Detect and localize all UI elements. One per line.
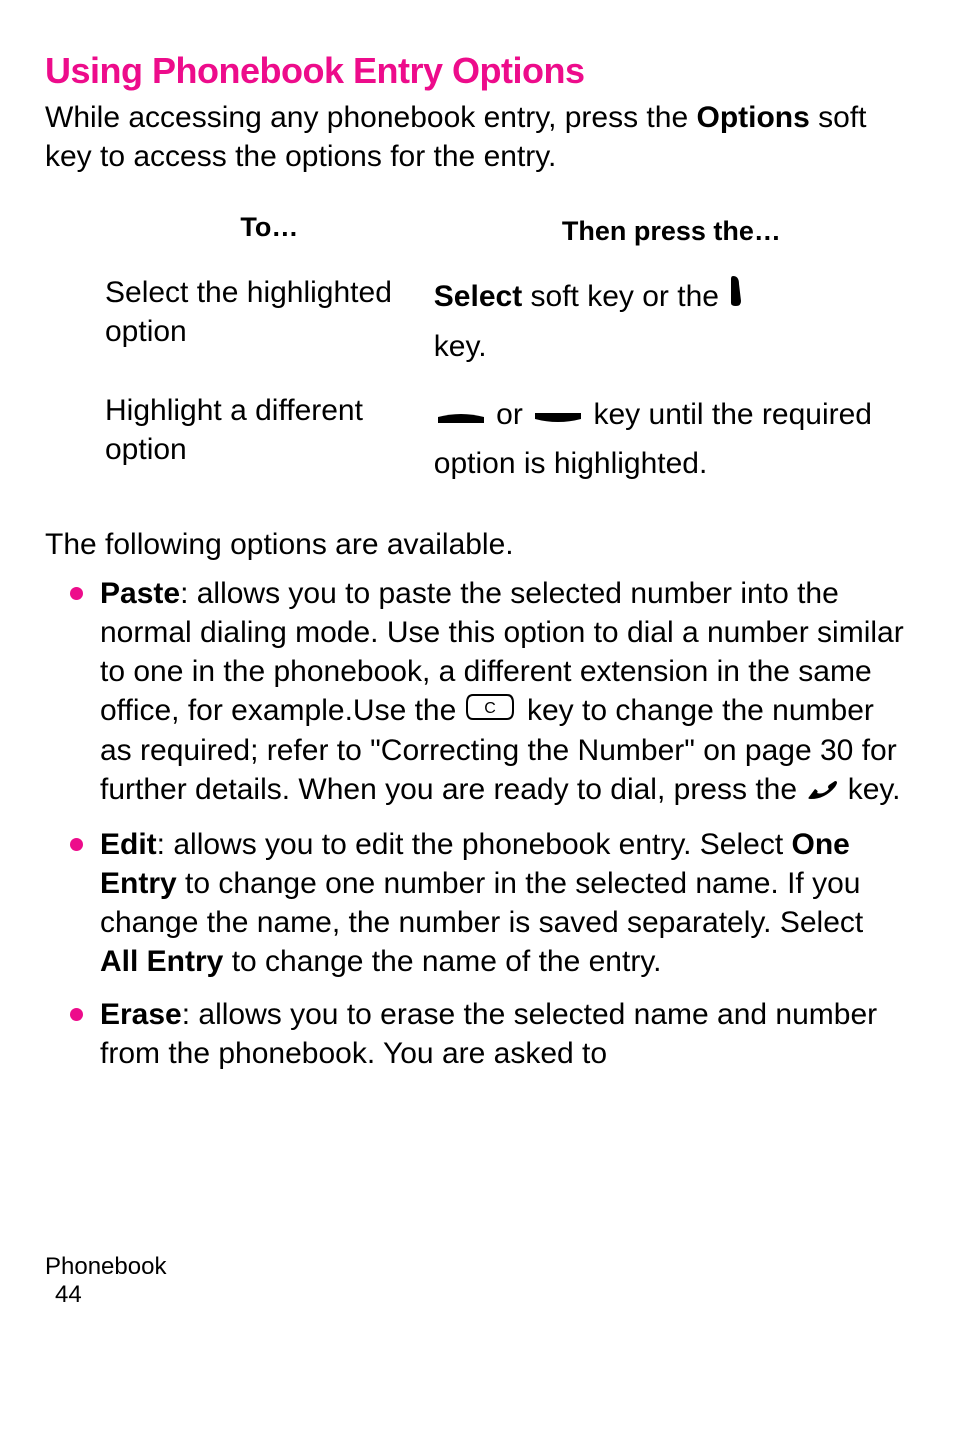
intro-text-1: While accessing any phonebook entry, pre… <box>45 101 696 134</box>
intro-paragraph: While accessing any phonebook entry, pre… <box>45 98 909 176</box>
bullet-label: Edit <box>100 828 157 861</box>
page-footer: Phonebook 44 <box>45 1253 909 1309</box>
table-header-then: Then press the… <box>434 200 909 263</box>
nav-up-icon <box>436 392 486 440</box>
table-header-to: To… <box>45 200 434 263</box>
call-icon <box>805 772 839 811</box>
bullet-text-3: key. <box>839 773 900 806</box>
options-list: Paste: allows you to paste the selected … <box>45 574 909 1073</box>
table-keypress: Select soft key or the key. <box>434 263 909 381</box>
bullet-text: : allows you to erase the selected name … <box>100 998 877 1070</box>
table-header-row: To… Then press the… <box>45 200 909 263</box>
bullet-text-3: to change the name of the entry. <box>223 945 661 978</box>
list-item: Paste: allows you to paste the selected … <box>100 574 909 811</box>
table-action: Select the highlighted option <box>45 263 434 381</box>
table-row: Select the highlighted option Select sof… <box>45 263 909 381</box>
options-label: Options <box>696 101 809 134</box>
table-keypress: or key until the required option is high… <box>434 381 909 498</box>
svg-text:C: C <box>484 700 496 717</box>
bullet-label: Paste <box>100 577 180 610</box>
ok-key-icon <box>727 274 749 323</box>
section-heading: Using Phonebook Entry Options <box>45 50 909 92</box>
nav-down-icon <box>533 392 583 440</box>
list-item: Erase: allows you to erase the selected … <box>100 995 909 1073</box>
bullet-label: Erase <box>100 998 182 1031</box>
bullet-text: : allows you to edit the phonebook entry… <box>157 828 792 861</box>
bullet-text-2: to change one number in the selected nam… <box>100 867 863 939</box>
table-text: soft key or the <box>522 280 727 313</box>
table-text-2: key. <box>434 330 487 363</box>
options-table: To… Then press the… Select the highlight… <box>45 200 909 498</box>
footer-section-name: Phonebook <box>45 1253 909 1281</box>
select-label: Select <box>434 280 522 313</box>
c-key-icon: C <box>465 692 515 731</box>
table-text: or <box>488 398 531 431</box>
all-entry-label: All Entry <box>100 945 223 978</box>
table-row: Highlight a different option or key unti… <box>45 381 909 498</box>
footer-page-number: 44 <box>55 1281 909 1309</box>
options-intro: The following options are available. <box>45 528 909 562</box>
table-action: Highlight a different option <box>45 381 434 498</box>
list-item: Edit: allows you to edit the phonebook e… <box>100 825 909 981</box>
